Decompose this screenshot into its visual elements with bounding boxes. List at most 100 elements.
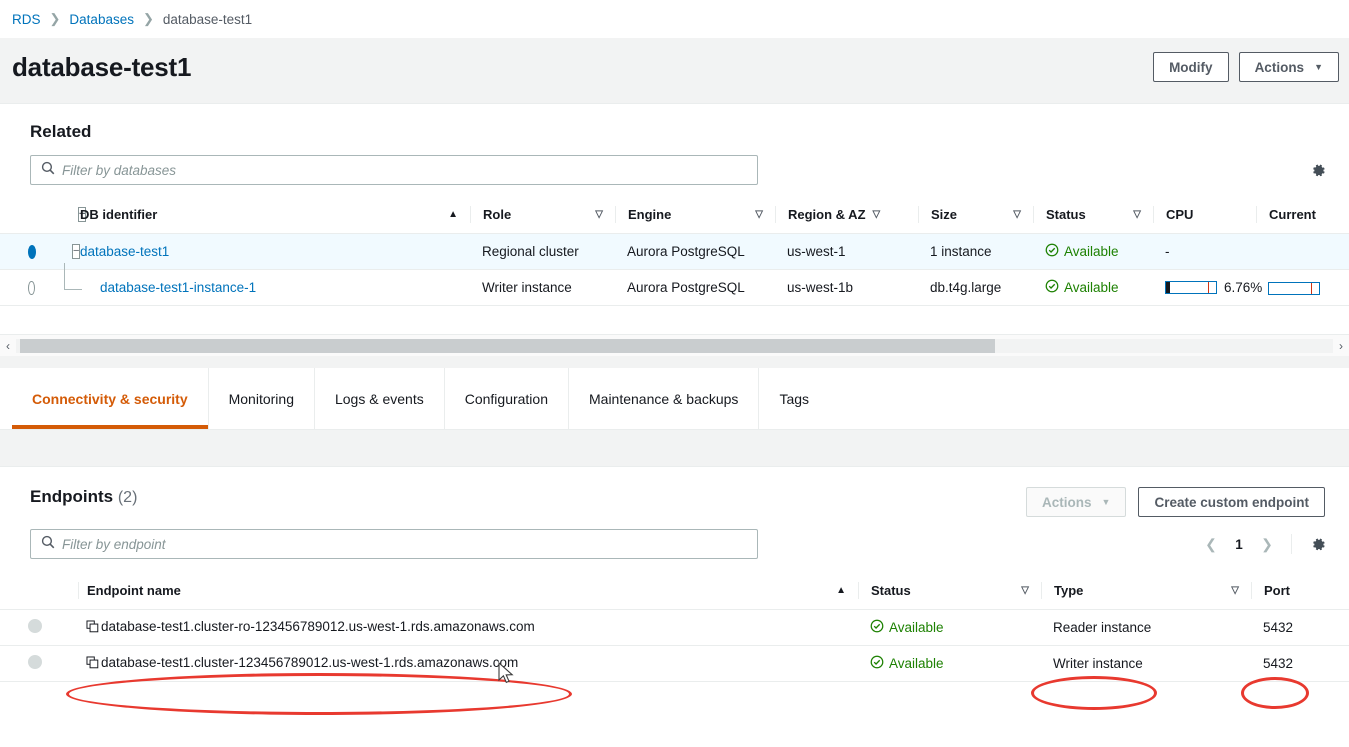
column-header-region-az-label: Region & AZ bbox=[788, 207, 866, 222]
column-header-endpoint-name[interactable]: Endpoint name ▲ bbox=[78, 573, 858, 610]
endpoints-table: Endpoint name ▲ Status ▽ Type ▽ bbox=[0, 573, 1349, 682]
column-header-cpu[interactable]: CPU bbox=[1153, 197, 1256, 234]
cell-engine: Aurora PostgreSQL bbox=[615, 270, 775, 306]
next-page-icon[interactable]: ❯ bbox=[1255, 531, 1279, 557]
row-select-cell[interactable] bbox=[0, 270, 72, 306]
row-select-cell[interactable] bbox=[0, 610, 78, 646]
gear-icon bbox=[1310, 536, 1327, 553]
create-custom-endpoint-button[interactable]: Create custom endpoint bbox=[1138, 487, 1325, 517]
related-table: − DB identifier ▲ Role ▽ bbox=[0, 197, 1349, 306]
page-title: database-test1 bbox=[12, 52, 191, 83]
column-header-endpoint-type[interactable]: Type ▽ bbox=[1041, 573, 1251, 610]
search-icon bbox=[41, 161, 55, 180]
sort-icon: ▽ bbox=[1013, 209, 1033, 220]
column-header-db-identifier[interactable]: DB identifier ▲ bbox=[72, 197, 470, 234]
actions-button[interactable]: Actions ▼ bbox=[1239, 52, 1339, 82]
modify-button[interactable]: Modify bbox=[1153, 52, 1229, 82]
related-preferences-button[interactable] bbox=[1304, 156, 1332, 184]
endpoints-count: (2) bbox=[118, 489, 138, 506]
previous-page-icon[interactable]: ❮ bbox=[1199, 531, 1223, 557]
scroll-right-icon[interactable]: › bbox=[1333, 339, 1349, 353]
cell-status: Available bbox=[1033, 270, 1153, 306]
table-row[interactable]: − database-test1 Regional cluster Aurora… bbox=[0, 234, 1349, 270]
sort-ascending-icon: ▲ bbox=[448, 209, 470, 220]
endpoints-header: Endpoints (2) Actions ▼ Create custom en… bbox=[0, 467, 1349, 517]
column-header-endpoint-port[interactable]: Port bbox=[1251, 573, 1349, 610]
endpoints-actions: Actions ▼ Create custom endpoint bbox=[1026, 487, 1325, 517]
status-label: Available bbox=[889, 620, 944, 635]
endpoints-actions-button[interactable]: Actions ▼ bbox=[1026, 487, 1126, 517]
row-select-cell[interactable]: − bbox=[0, 234, 72, 270]
related-horizontal-scrollbar[interactable]: ‹ › bbox=[0, 334, 1349, 356]
column-header-engine-label: Engine bbox=[628, 207, 671, 222]
related-panel: Related bbox=[0, 103, 1349, 356]
table-row[interactable]: database-test1.cluster-123456789012.us-w… bbox=[0, 646, 1349, 682]
column-header-cpu-label: CPU bbox=[1166, 207, 1193, 222]
cell-endpoint-status: Available bbox=[858, 610, 1041, 646]
related-header: Related bbox=[0, 104, 1349, 142]
cell-cpu: - bbox=[1153, 234, 1256, 270]
scrollbar-track[interactable] bbox=[16, 339, 1333, 353]
status-label: Available bbox=[1064, 280, 1119, 295]
column-header-region-az[interactable]: Region & AZ ▽ bbox=[775, 197, 918, 234]
page-header: database-test1 Modify Actions ▼ bbox=[0, 38, 1349, 96]
breadcrumb: RDS ❯ Databases ❯ database-test1 bbox=[0, 0, 1349, 38]
copy-icon[interactable] bbox=[86, 656, 99, 672]
status-ok-icon bbox=[1045, 279, 1059, 296]
tab-configuration[interactable]: Configuration bbox=[444, 368, 568, 429]
endpoints-filter-input[interactable] bbox=[62, 537, 757, 552]
scrollbar-thumb[interactable] bbox=[20, 339, 995, 353]
page-number[interactable]: 1 bbox=[1227, 537, 1251, 552]
column-header-status-label: Status bbox=[1046, 207, 1086, 222]
column-header-size-label: Size bbox=[931, 207, 957, 222]
status-ok-icon bbox=[1045, 243, 1059, 260]
column-header-role[interactable]: Role ▽ bbox=[470, 197, 615, 234]
cell-endpoint-port: 5432 bbox=[1251, 646, 1349, 682]
endpoints-preferences-button[interactable] bbox=[1304, 530, 1332, 558]
tab-connectivity-security[interactable]: Connectivity & security bbox=[12, 368, 208, 429]
db-identifier-link[interactable]: database-test1 bbox=[72, 244, 169, 259]
row-radio[interactable] bbox=[28, 655, 42, 669]
row-radio-selected[interactable] bbox=[28, 245, 36, 259]
scroll-left-icon[interactable]: ‹ bbox=[0, 339, 16, 353]
table-row[interactable]: database-test1-instance-1 Writer instanc… bbox=[0, 270, 1349, 306]
rds-console-page: RDS ❯ Databases ❯ database-test1 databas… bbox=[0, 0, 1349, 747]
row-radio[interactable] bbox=[28, 281, 35, 295]
endpoints-select-header bbox=[0, 573, 78, 610]
cell-endpoint-status: Available bbox=[858, 646, 1041, 682]
sort-icon: ▽ bbox=[755, 209, 775, 220]
sort-ascending-icon: ▲ bbox=[836, 585, 858, 596]
search-icon bbox=[41, 535, 55, 554]
related-table-header-row: − DB identifier ▲ Role ▽ bbox=[0, 197, 1349, 234]
column-header-endpoint-port-label: Port bbox=[1264, 583, 1290, 598]
db-identifier-link[interactable]: database-test1-instance-1 bbox=[72, 280, 256, 295]
copy-icon[interactable] bbox=[86, 620, 99, 636]
tab-maintenance-backups[interactable]: Maintenance & backups bbox=[568, 368, 758, 429]
cell-endpoint-type: Reader instance bbox=[1041, 610, 1251, 646]
breadcrumb-item-rds[interactable]: RDS bbox=[12, 12, 41, 27]
cell-endpoint-type: Writer instance bbox=[1041, 646, 1251, 682]
column-header-current[interactable]: Current bbox=[1256, 197, 1349, 234]
table-row[interactable]: database-test1.cluster-ro-123456789012.u… bbox=[0, 610, 1349, 646]
column-header-size[interactable]: Size ▽ bbox=[918, 197, 1033, 234]
chevron-down-icon: ▼ bbox=[1314, 63, 1323, 72]
row-radio[interactable] bbox=[28, 619, 42, 633]
column-header-status[interactable]: Status ▽ bbox=[1033, 197, 1153, 234]
sort-icon: ▽ bbox=[595, 209, 615, 220]
row-select-cell[interactable] bbox=[0, 646, 78, 682]
pagination-divider bbox=[1291, 534, 1292, 554]
related-filter-input[interactable] bbox=[62, 163, 757, 178]
tab-tags[interactable]: Tags bbox=[758, 368, 829, 429]
cell-size: 1 instance bbox=[918, 234, 1033, 270]
column-header-engine[interactable]: Engine ▽ bbox=[615, 197, 775, 234]
tab-monitoring[interactable]: Monitoring bbox=[208, 368, 314, 429]
related-search-box[interactable] bbox=[30, 155, 758, 185]
breadcrumb-item-databases[interactable]: Databases bbox=[69, 12, 134, 27]
tree-connector-icon bbox=[57, 280, 72, 296]
tab-logs-events[interactable]: Logs & events bbox=[314, 368, 444, 429]
endpoint-name-text: database-test1.cluster-ro-123456789012.u… bbox=[101, 619, 535, 634]
column-header-endpoint-status[interactable]: Status ▽ bbox=[858, 573, 1041, 610]
cell-current bbox=[1256, 270, 1349, 306]
endpoints-title-label: Endpoints bbox=[30, 487, 113, 506]
endpoints-search-box[interactable] bbox=[30, 529, 758, 559]
